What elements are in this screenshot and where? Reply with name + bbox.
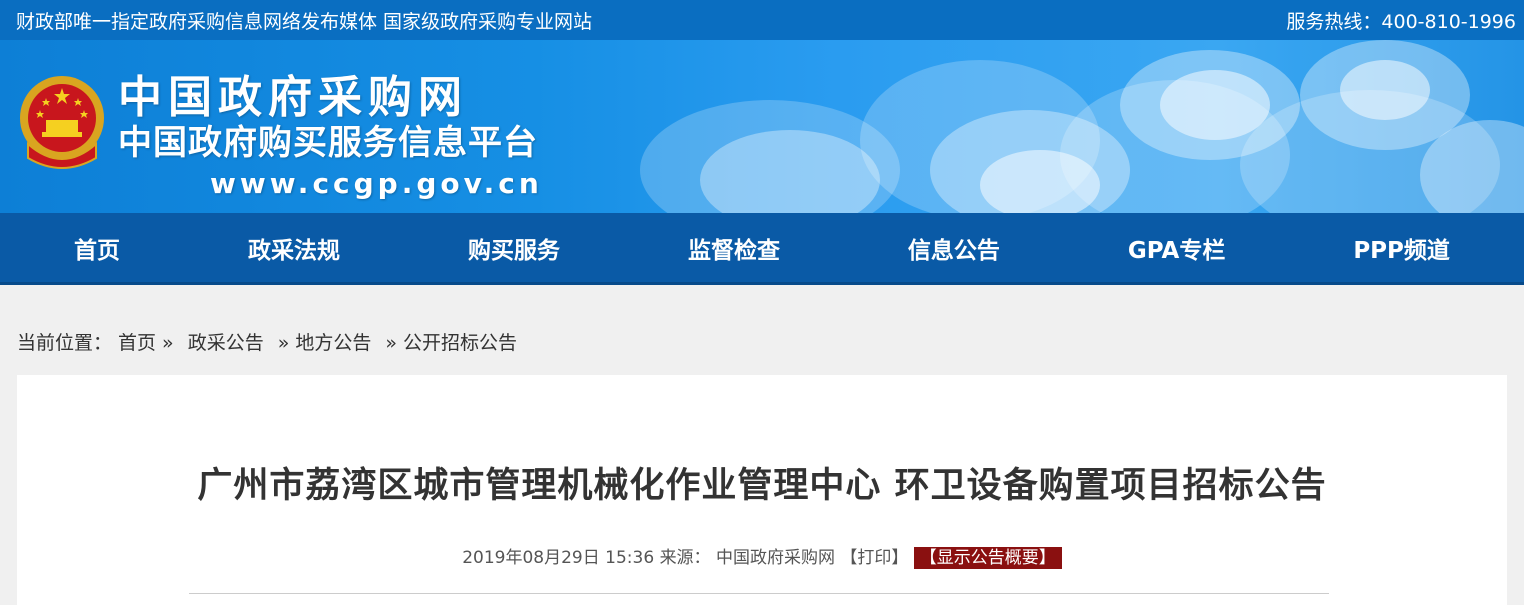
breadcrumb-prefix: 当前位置：: [17, 331, 113, 354]
breadcrumb: 当前位置： 首页 » 政采公告 » 地方公告 » 公开招标公告: [0, 285, 1524, 375]
top-info-bar: 财政部唯一指定政府采购信息网络发布媒体 国家级政府采购专业网站 服务热线：400…: [0, 0, 1524, 40]
publish-datetime: 2019年08月29日 15:36: [462, 548, 655, 568]
service-hotline: 服务热线：400-810-1996: [1286, 10, 1516, 33]
site-title: 中国政府采购网: [118, 72, 468, 123]
print-link[interactable]: 【打印】: [840, 548, 908, 568]
article-meta: 2019年08月29日 15:36 来源： 中国政府采购网 【打印】 【显示公告…: [17, 543, 1507, 569]
nav-item-ppp[interactable]: PPP频道: [1331, 223, 1472, 273]
main-nav: 首页 政采法规 购买服务 监督检查 信息公告 GPA专栏 PPP频道: [0, 213, 1524, 285]
nav-item-gpa[interactable]: GPA专栏: [1106, 223, 1247, 273]
site-slogan: 财政部唯一指定政府采购信息网络发布媒体 国家级政府采购专业网站: [16, 10, 593, 33]
nav-item-home[interactable]: 首页: [52, 223, 142, 273]
article-panel: 广州市荔湾区城市管理机械化作业管理中心 环卫设备购置项目招标公告 2019年08…: [17, 375, 1507, 605]
breadcrumb-home[interactable]: 首页 »: [118, 328, 174, 355]
article-title: 广州市荔湾区城市管理机械化作业管理中心 环卫设备购置项目招标公告: [197, 466, 1327, 506]
nav-item-announcements[interactable]: 信息公告: [886, 223, 1022, 273]
site-banner: 中国政府采购网 中国政府购买服务信息平台 www.ccgp.gov.cn: [0, 40, 1524, 213]
breadcrumb-local-announcements[interactable]: » 地方公告: [278, 328, 372, 355]
nav-item-purchase-services[interactable]: 购买服务: [446, 223, 582, 273]
site-brand[interactable]: 中国政府采购网 中国政府购买服务信息平台 www.ccgp.gov.cn: [118, 74, 543, 204]
breadcrumb-gov-announcements[interactable]: 政采公告: [188, 328, 264, 355]
site-url: www.ccgp.gov.cn: [210, 167, 543, 200]
national-emblem-icon[interactable]: [18, 74, 106, 170]
breadcrumb-public-tender[interactable]: » 公开招标公告: [385, 328, 517, 355]
show-summary-button[interactable]: 【显示公告概要】: [913, 547, 1062, 569]
nav-item-supervision[interactable]: 监督检查: [666, 223, 802, 273]
source-name: 中国政府采购网: [715, 548, 835, 568]
source-label: 来源：: [659, 548, 711, 568]
site-subtitle: 中国政府购买服务信息平台: [118, 123, 538, 163]
divider: [189, 593, 1329, 594]
nav-item-regulations[interactable]: 政采法规: [226, 223, 362, 273]
